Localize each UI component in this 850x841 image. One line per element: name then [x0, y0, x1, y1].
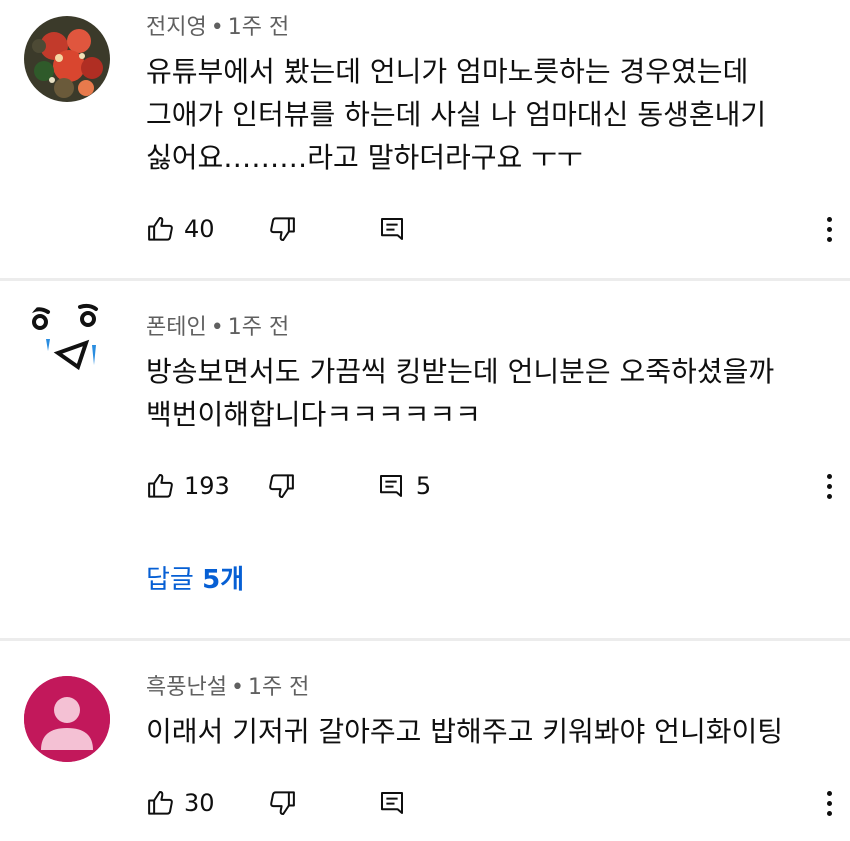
comment-icon: [380, 218, 403, 240]
comment-text: 이래서 기저귀 갈아주고 밥해주고 키워봐야 언니화이팅: [146, 715, 783, 748]
more-vert-icon[interactable]: [822, 783, 836, 823]
thumb-down-icon: [269, 791, 295, 816]
comment-text: 방송보면서도 가끔씩 킹받는데 언니분은 오죽하셨을까 백번이해합니다ㅋㅋㅋㅋㅋ…: [146, 355, 775, 431]
comment-3: 흑풍난설 • 1주 전 이래서 기저귀 갈아주고 밥해주고 키워봐야 언니화이팅 3…: [0, 641, 850, 841]
replies-label: 답글: [146, 565, 194, 595]
comment-meta: 흑풍난설 • 1주 전: [146, 673, 309, 703]
more-vert-icon[interactable]: [822, 209, 836, 249]
like-count: 30: [184, 789, 215, 817]
timestamp[interactable]: 1주 전: [228, 315, 289, 340]
thumb-up-icon: [148, 473, 173, 498]
comment-icon: [380, 792, 403, 814]
like-count: 193: [184, 472, 230, 500]
comment-icon: [379, 475, 402, 497]
more-vert-icon[interactable]: [822, 466, 836, 506]
thumb-down-icon: [269, 217, 295, 242]
thumb-up-icon: [148, 790, 173, 815]
reply-button[interactable]: 5: [376, 471, 431, 501]
dislike-button[interactable]: [266, 471, 296, 501]
comment-meta: 폰테인 • 1주 전: [146, 313, 289, 343]
comment-actions: 30: [146, 783, 407, 823]
replies-count: 5개: [202, 565, 245, 595]
author-name[interactable]: 전지영: [146, 15, 207, 40]
avatar[interactable]: [24, 16, 110, 102]
avatar[interactable]: [24, 676, 110, 762]
separator: •: [210, 315, 224, 340]
timestamp[interactable]: 1주 전: [228, 15, 289, 40]
author-name[interactable]: 흑풍난설: [146, 675, 227, 700]
comment-actions: 193 5: [146, 466, 431, 506]
comment-text: 유튜부에서 봤는데 언니가 엄마노릇하는 경우였는데 그애가 인터뷰를 하는데 …: [146, 55, 767, 174]
avatar[interactable]: [24, 295, 110, 381]
thumb-up-icon: [148, 216, 173, 241]
timestamp[interactable]: 1주 전: [248, 675, 309, 700]
separator: •: [230, 675, 244, 700]
like-count: 40: [184, 215, 215, 243]
author-name[interactable]: 폰테인: [146, 315, 207, 340]
separator: •: [210, 15, 224, 40]
comment-actions: 40: [146, 209, 407, 249]
thumb-down-icon: [268, 474, 294, 499]
comment-2: 폰테인 • 1주 전 방송보면서도 가끔씩 킹받는데 언니분은 오죽하셨을까 백번이…: [0, 281, 850, 638]
comment-meta: 전지영 • 1주 전: [146, 13, 289, 43]
dislike-button[interactable]: [267, 788, 297, 818]
reply-button[interactable]: [377, 788, 407, 818]
like-button[interactable]: 40: [146, 214, 215, 244]
like-button[interactable]: 30: [146, 788, 215, 818]
dislike-button[interactable]: [267, 214, 297, 244]
reply-count: 5: [415, 472, 432, 500]
like-button[interactable]: 193: [146, 471, 230, 501]
view-replies-link[interactable]: 답글 5개: [146, 559, 244, 596]
reply-button[interactable]: [377, 214, 407, 244]
comment-1: 전지영 • 1주 전 유튜부에서 봤는데 언니가 엄마노릇하는 경우였는데 그애가 …: [0, 0, 850, 278]
